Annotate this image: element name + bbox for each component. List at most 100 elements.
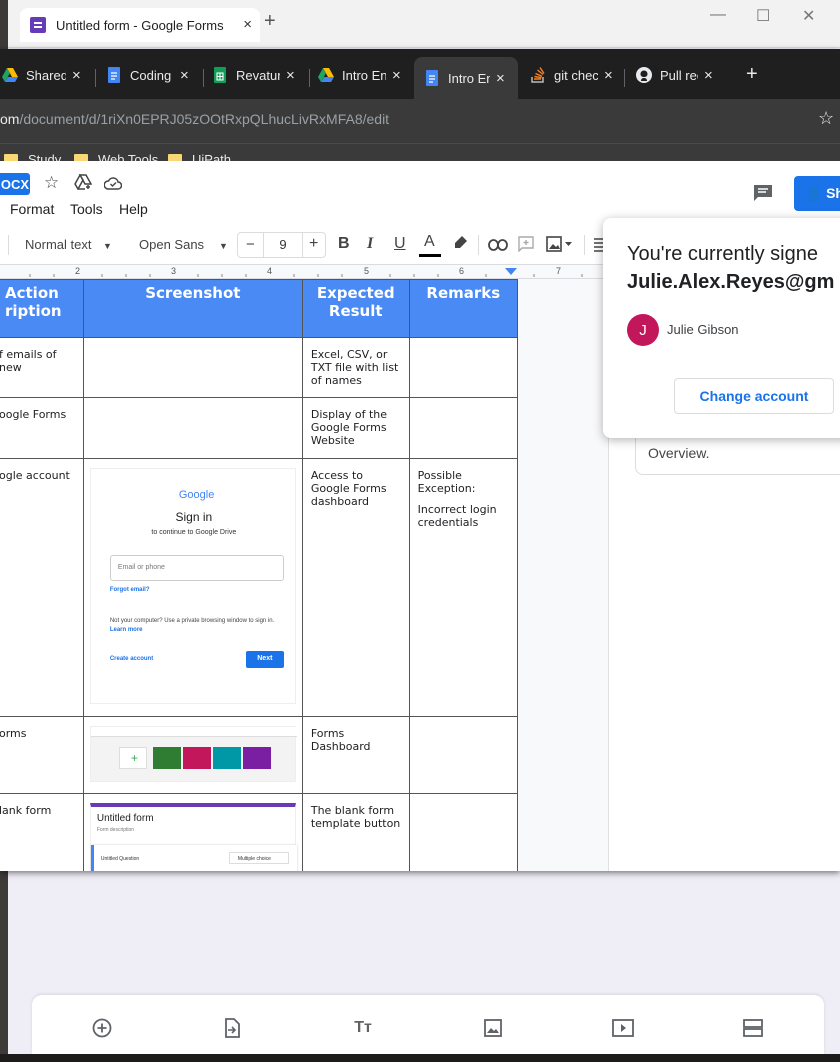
cell-screenshot[interactable]: + bbox=[82, 716, 303, 794]
star-icon[interactable]: ☆ bbox=[44, 173, 59, 193]
close-tab-icon[interactable]: × bbox=[604, 67, 613, 84]
decrease-font-size-button[interactable]: − bbox=[246, 236, 255, 253]
question-type: Multiple choice bbox=[228, 852, 289, 864]
tab-coding[interactable]: Coding × bbox=[106, 61, 200, 89]
cell-expected[interactable]: Access to Google Forms dashboard bbox=[301, 458, 410, 717]
table-row: ogle account Google Sign in to continue … bbox=[0, 458, 519, 717]
font-size-input[interactable]: 9 bbox=[263, 233, 303, 257]
close-tab-icon[interactable]: × bbox=[243, 16, 252, 33]
drive-icon bbox=[318, 68, 334, 82]
italic-icon[interactable]: I bbox=[367, 235, 373, 253]
header-expected-result: Expected Result bbox=[301, 279, 410, 338]
close-window-button[interactable]: ✕ bbox=[802, 6, 815, 26]
tab-shared[interactable]: Shared × bbox=[2, 61, 88, 89]
maximize-button[interactable]: ☐ bbox=[756, 6, 770, 26]
cell-action[interactable]: orms bbox=[0, 716, 84, 794]
add-image-icon[interactable] bbox=[482, 1017, 504, 1039]
cell-action[interactable]: oogle Forms bbox=[0, 397, 84, 459]
overview-text: Overview. bbox=[648, 445, 710, 461]
bold-icon[interactable]: B bbox=[338, 235, 350, 253]
change-account-button[interactable]: Change account bbox=[674, 378, 834, 414]
tab-git-check[interactable]: git chec × bbox=[530, 61, 620, 89]
tab-untitled-form[interactable]: Untitled form - Google Forms × bbox=[20, 8, 260, 42]
menu-help[interactable]: Help bbox=[119, 201, 148, 217]
increase-font-size-button[interactable]: + bbox=[309, 235, 318, 253]
cell-screenshot[interactable]: Untitled form Form description Untitled … bbox=[82, 793, 303, 871]
google-logo: Google bbox=[178, 489, 215, 501]
tab-title: Untitled form - Google Forms bbox=[56, 17, 224, 33]
browser-tab-strip: Shared × Coding × Revatur × Intro En × I… bbox=[0, 49, 840, 99]
create-account-link: Create account bbox=[109, 656, 154, 662]
stackoverflow-icon bbox=[531, 67, 545, 83]
tab-revature[interactable]: Revatur × bbox=[212, 61, 304, 89]
address-bar[interactable]: om/document/d/1riXn0EPRJ05zOOtRxpQLhucLi… bbox=[0, 99, 840, 143]
tab-pull-request[interactable]: Pull req × bbox=[636, 61, 724, 89]
minimize-button[interactable]: — bbox=[710, 6, 726, 24]
signed-in-email: Julie.Alex.Reyes@gm bbox=[627, 271, 835, 293]
header-screenshot: Screenshot bbox=[82, 279, 303, 338]
back-window-titlebar: Untitled form - Google Forms × + — ☐ ✕ bbox=[8, 0, 840, 48]
comment-history-icon[interactable] bbox=[752, 184, 774, 202]
cell-screenshot[interactable] bbox=[82, 337, 303, 398]
cell-remarks[interactable]: Possible Exception: Incorrect login cred… bbox=[408, 458, 519, 717]
cell-action[interactable]: f emails of new bbox=[0, 337, 84, 398]
chevron-down-icon[interactable]: ▼ bbox=[219, 241, 228, 251]
cell-expected[interactable]: Forms Dashboard bbox=[301, 716, 410, 794]
cell-expected[interactable]: Display of the Google Forms Website bbox=[301, 397, 410, 459]
add-title-icon[interactable]: Tт bbox=[352, 1017, 374, 1039]
cell-action[interactable]: ogle account bbox=[0, 458, 84, 717]
url-text[interactable]: om/document/d/1riXn0EPRJ05zOOtRxpQLhucLi… bbox=[0, 111, 389, 127]
ruler-ticks bbox=[29, 268, 583, 277]
close-tab-icon[interactable]: × bbox=[72, 67, 81, 84]
tab-intro-en-drive[interactable]: Intro En × bbox=[318, 61, 406, 89]
text-color-icon[interactable]: A bbox=[424, 233, 435, 251]
add-question-icon[interactable] bbox=[91, 1017, 113, 1039]
file-type-badge[interactable]: OCX bbox=[0, 173, 30, 195]
cell-expected[interactable]: Excel, CSV, or TXT file with list of nam… bbox=[301, 337, 410, 398]
cell-remarks[interactable] bbox=[408, 397, 519, 459]
link-icon[interactable] bbox=[488, 238, 508, 256]
menu-format[interactable]: Format bbox=[10, 201, 54, 217]
account-name: Julie Gibson bbox=[667, 322, 739, 337]
underline-icon[interactable]: U bbox=[394, 235, 406, 253]
move-to-drive-icon[interactable] bbox=[74, 173, 93, 195]
new-tab-button[interactable]: + bbox=[746, 63, 758, 86]
font-dropdown[interactable]: Open Sans bbox=[139, 237, 204, 252]
header-action-description: Action ription bbox=[0, 279, 84, 338]
add-section-icon[interactable] bbox=[742, 1017, 764, 1039]
close-tab-icon[interactable]: × bbox=[392, 67, 401, 84]
cell-action[interactable]: lank form bbox=[0, 793, 84, 871]
cell-screenshot[interactable] bbox=[82, 397, 303, 459]
tab-intro-en-docs-active[interactable]: Intro En × bbox=[414, 57, 518, 99]
form-title: Untitled form bbox=[96, 813, 154, 824]
highlight-icon[interactable] bbox=[452, 235, 468, 256]
close-tab-icon[interactable]: × bbox=[286, 67, 295, 84]
docs-icon bbox=[426, 70, 438, 86]
menu-tools[interactable]: Tools bbox=[70, 201, 103, 217]
close-tab-icon[interactable]: × bbox=[704, 67, 713, 84]
forms-bottom-toolbar: Tт bbox=[32, 995, 824, 1062]
new-tab-button[interactable]: + bbox=[264, 10, 276, 33]
close-tab-icon[interactable]: × bbox=[496, 70, 505, 87]
ruler: 2 3 4 5 6 7 bbox=[0, 265, 605, 279]
share-button[interactable]: 👤 Sh bbox=[794, 176, 840, 211]
import-questions-icon[interactable] bbox=[221, 1017, 243, 1039]
cell-screenshot[interactable]: Google Sign in to continue to Google Dri… bbox=[82, 458, 303, 717]
cell-remarks[interactable] bbox=[408, 337, 519, 398]
cell-expected[interactable]: The blank form template button bbox=[301, 793, 410, 871]
insert-image-icon[interactable] bbox=[546, 236, 574, 257]
remark-exception: Possible Exception: bbox=[417, 469, 476, 495]
cell-remarks[interactable] bbox=[408, 716, 519, 794]
style-dropdown[interactable]: Normal text bbox=[25, 237, 91, 252]
table-row: orms + Forms Dashboard bbox=[0, 716, 519, 794]
add-video-icon[interactable] bbox=[612, 1017, 634, 1039]
plus-icon: + bbox=[130, 751, 138, 765]
cloud-status-icon[interactable] bbox=[103, 175, 123, 195]
url-domain: om bbox=[0, 111, 20, 127]
chevron-down-icon[interactable]: ▼ bbox=[103, 241, 112, 251]
cell-remarks[interactable] bbox=[408, 793, 519, 871]
bookmark-star-icon[interactable]: ☆ bbox=[818, 108, 834, 129]
add-comment-icon[interactable] bbox=[518, 236, 534, 257]
close-tab-icon[interactable]: × bbox=[180, 67, 189, 84]
toolbar-separator bbox=[584, 235, 585, 255]
